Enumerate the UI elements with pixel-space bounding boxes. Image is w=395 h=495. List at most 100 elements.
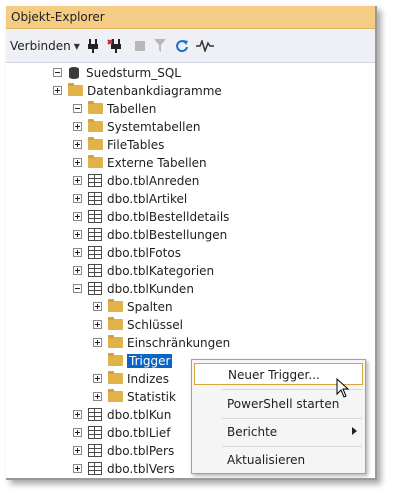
- expand-icon[interactable]: [73, 266, 82, 275]
- expand-icon[interactable]: [73, 230, 82, 239]
- table-icon: [88, 228, 102, 241]
- expand-icon[interactable]: [93, 320, 102, 329]
- mouse-cursor-icon: [336, 378, 350, 398]
- folder-icon: [108, 299, 123, 312]
- folder-icon: [108, 335, 123, 348]
- title-bar: Objekt-Explorer: [6, 6, 375, 29]
- folder-icon: [68, 83, 83, 96]
- menu-separator: [222, 418, 362, 419]
- tree-node[interactable]: dbo.tblFotos: [6, 244, 375, 262]
- tree-node[interactable]: Systemtabellen: [6, 118, 375, 136]
- menu-item-label: Berichte: [227, 425, 278, 439]
- tree-node-label: Schlüssel: [127, 318, 183, 332]
- tree-node-label: dbo.tblLief: [107, 426, 171, 440]
- expand-icon[interactable]: [73, 122, 82, 131]
- expand-icon[interactable]: [53, 86, 62, 95]
- window-title: Objekt-Explorer: [11, 10, 105, 24]
- tree-node-label: dbo.tblKun: [107, 408, 172, 422]
- tree-node-label: Systemtabellen: [107, 120, 201, 134]
- expand-icon[interactable]: [73, 176, 82, 185]
- object-explorer-window: Objekt-Explorer Verbinden ▼ Suedsturm_SQ…: [6, 6, 377, 480]
- folder-icon: [88, 137, 103, 150]
- expand-icon[interactable]: [73, 212, 82, 221]
- activity-icon[interactable]: [196, 37, 214, 55]
- expand-icon[interactable]: [73, 194, 82, 203]
- menu-item-label: Aktualisieren: [227, 453, 306, 467]
- tree-node-label: Externe Tabellen: [107, 156, 207, 170]
- connect-label: Verbinden: [10, 39, 71, 53]
- tree-node-label: dbo.tblAnreden: [107, 174, 200, 188]
- submenu-arrow-icon: [352, 427, 357, 435]
- expand-icon[interactable]: [93, 338, 102, 347]
- connect-dropdown-button[interactable]: Verbinden ▼: [10, 37, 80, 55]
- folder-icon: [88, 155, 103, 168]
- database-icon: [69, 67, 79, 79]
- expand-icon[interactable]: [73, 410, 82, 419]
- table-icon: [88, 444, 102, 457]
- tree-node[interactable]: dbo.tblBestellungen: [6, 226, 375, 244]
- table-icon: [88, 408, 102, 421]
- tree-node[interactable]: dbo.tblAnreden: [6, 172, 375, 190]
- collapse-icon[interactable]: [73, 284, 82, 293]
- table-icon: [88, 264, 102, 277]
- tree-node-label: dbo.tblKategorien: [107, 264, 215, 278]
- expand-icon[interactable]: [93, 374, 102, 383]
- menu-item-label: PowerShell starten: [227, 397, 340, 411]
- tree-node-label: dbo.tblFotos: [107, 246, 181, 260]
- stop-icon[interactable]: [133, 37, 147, 55]
- menu-item-label: Neuer Trigger...: [228, 368, 320, 382]
- toolbar: Verbinden ▼: [6, 29, 375, 63]
- table-icon: [88, 426, 102, 439]
- tree-node-label: dbo.tblVers: [107, 462, 175, 476]
- tree-node-label: Trigger: [125, 353, 174, 369]
- refresh-icon[interactable]: [174, 37, 190, 55]
- table-icon: [88, 192, 102, 205]
- tree-node-label: dbo.tblPers: [107, 444, 175, 458]
- collapse-icon[interactable]: [53, 68, 62, 77]
- tree-node[interactable]: Spalten: [6, 298, 375, 316]
- chevron-down-icon: ▼: [73, 41, 80, 51]
- folder-icon: [88, 101, 103, 114]
- tree-node-label: dbo.tblBestelldetails: [107, 210, 230, 224]
- tree-node-label: Tabellen: [107, 102, 157, 116]
- table-icon: [88, 246, 102, 259]
- connect-icon[interactable]: [85, 37, 101, 55]
- tree-node[interactable]: Tabellen: [6, 100, 375, 118]
- expand-icon[interactable]: [73, 446, 82, 455]
- expand-icon[interactable]: [93, 392, 102, 401]
- tree-node-label: Datenbankdiagramme: [87, 84, 222, 98]
- expand-icon[interactable]: [93, 302, 102, 311]
- collapse-icon[interactable]: [73, 104, 82, 113]
- filter-icon[interactable]: [153, 37, 167, 55]
- tree-node[interactable]: Externe Tabellen: [6, 154, 375, 172]
- folder-icon: [108, 353, 123, 366]
- folder-icon: [108, 389, 123, 402]
- expand-icon[interactable]: [73, 158, 82, 167]
- tree-node[interactable]: Einschränkungen: [6, 334, 375, 352]
- tree-node[interactable]: dbo.tblArtikel: [6, 190, 375, 208]
- expand-icon[interactable]: [73, 464, 82, 473]
- tree-node-server[interactable]: Suedsturm_SQL: [6, 64, 375, 82]
- tree-node[interactable]: dbo.tblBestelldetails: [6, 208, 375, 226]
- tree-node-label: FileTables: [107, 138, 165, 152]
- tree-node-label: Einschränkungen: [127, 336, 231, 350]
- table-icon: [88, 282, 102, 295]
- menu-item-refresh[interactable]: Aktualisieren: [194, 449, 363, 471]
- tree-node-label: dbo.tblArtikel: [107, 192, 188, 206]
- tree-node[interactable]: dbo.tblKategorien: [6, 262, 375, 280]
- menu-separator: [222, 446, 362, 447]
- tree-node[interactable]: dbo.tblKunden: [6, 280, 375, 298]
- menu-item-reports[interactable]: Berichte: [194, 421, 363, 443]
- folder-icon: [108, 317, 123, 330]
- disconnect-icon[interactable]: [107, 37, 125, 55]
- tree-node-label: Indizes: [127, 372, 170, 386]
- tree-node[interactable]: FileTables: [6, 136, 375, 154]
- folder-icon: [108, 371, 123, 384]
- tree-node[interactable]: Datenbankdiagramme: [6, 82, 375, 100]
- table-icon: [88, 174, 102, 187]
- expand-icon[interactable]: [73, 248, 82, 257]
- expand-icon[interactable]: [73, 140, 82, 149]
- context-menu: Neuer Trigger... PowerShell starten Beri…: [191, 359, 366, 474]
- tree-node[interactable]: Schlüssel: [6, 316, 375, 334]
- expand-icon[interactable]: [73, 428, 82, 437]
